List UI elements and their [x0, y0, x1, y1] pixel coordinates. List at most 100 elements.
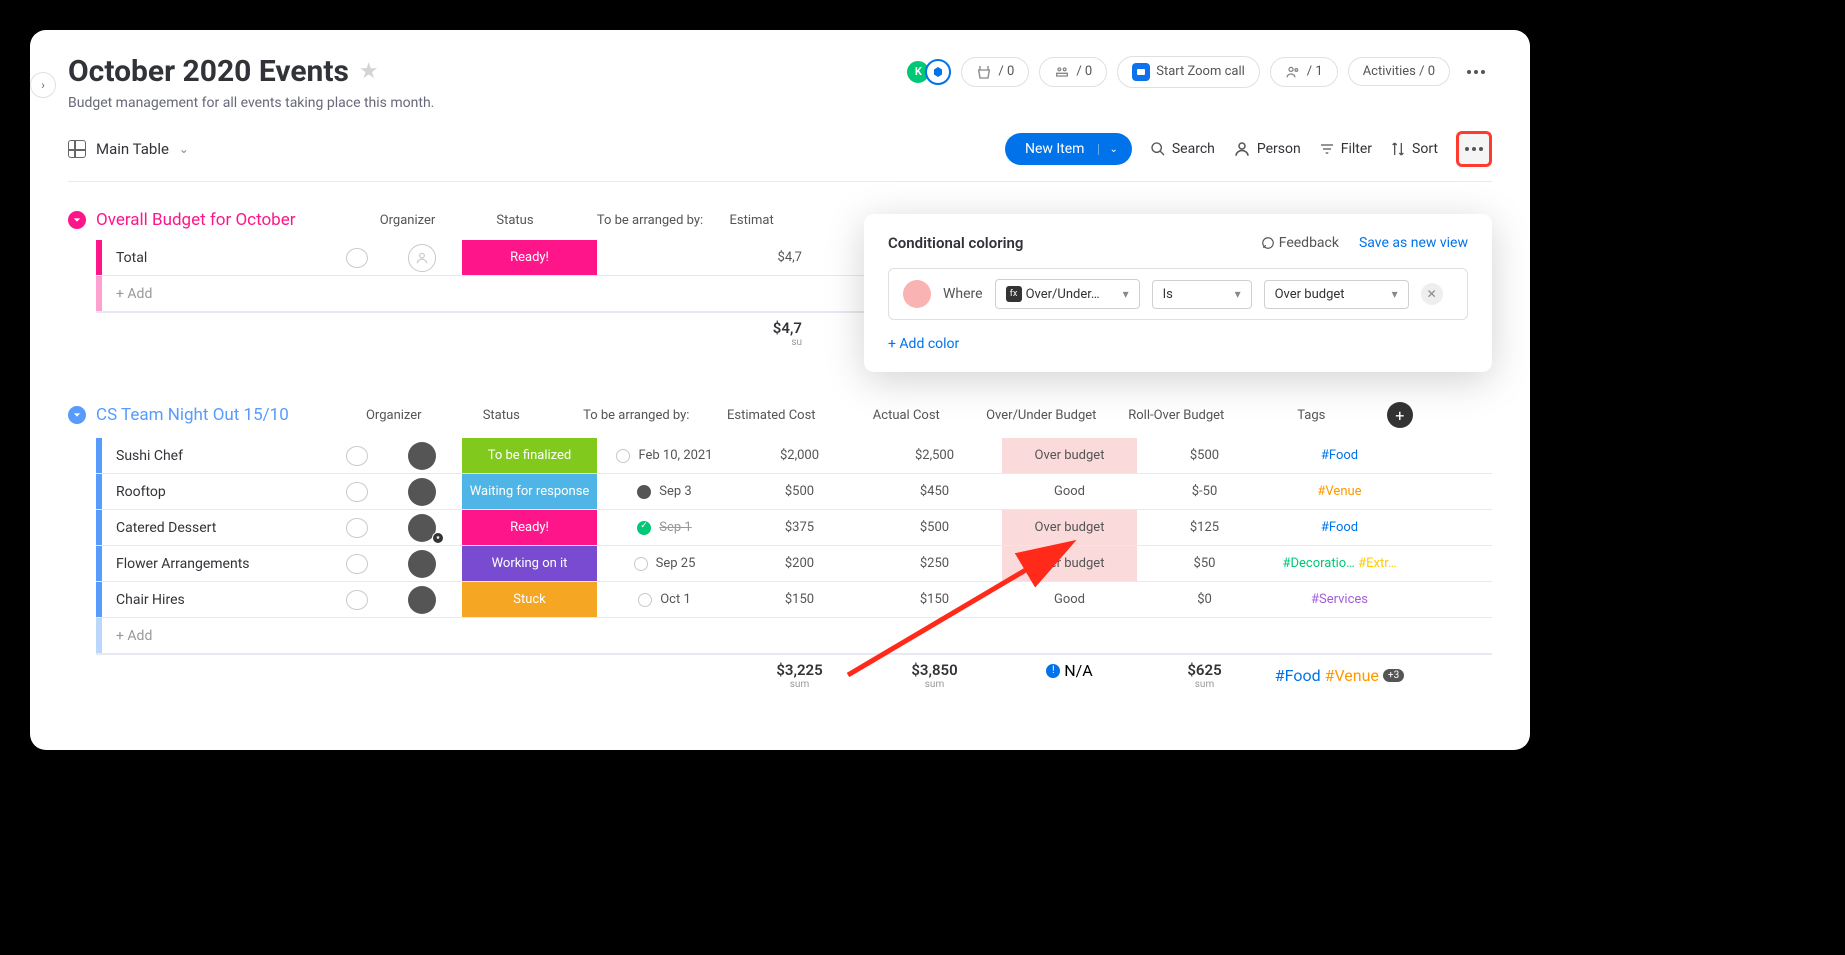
- operator-dropdown[interactable]: Is ▾: [1152, 280, 1252, 309]
- organizer-cell[interactable]: [382, 514, 462, 542]
- board-more-button[interactable]: [1460, 56, 1492, 88]
- date-cell[interactable]: Sep 1: [597, 520, 732, 535]
- rollover-cell[interactable]: $-50: [1137, 484, 1272, 499]
- status-cell[interactable]: Waiting for response: [462, 474, 597, 509]
- save-view-link[interactable]: Save as new view: [1359, 235, 1468, 251]
- group-title[interactable]: Overall Budget for October: [96, 210, 295, 230]
- sort-button[interactable]: Sort: [1390, 141, 1438, 157]
- actual-cell[interactable]: $500: [867, 520, 1002, 535]
- table-row[interactable]: Flower Arrangements Working on it Sep 25…: [96, 546, 1492, 582]
- updates-button[interactable]: [332, 590, 382, 610]
- table-row[interactable]: Catered Dessert Ready! Sep 1 $375 $500 O…: [96, 510, 1492, 546]
- field-dropdown[interactable]: fxOver/Under… ▾: [995, 279, 1140, 309]
- board-description[interactable]: Budget management for all events taking …: [68, 95, 1492, 111]
- rollover-cell[interactable]: $500: [1137, 448, 1272, 463]
- chevron-down-icon[interactable]: ⌄: [1098, 144, 1117, 155]
- tags-cell[interactable]: #Food: [1272, 520, 1407, 535]
- tags-cell[interactable]: #Services: [1272, 592, 1407, 607]
- tags-cell[interactable]: #Venue: [1272, 484, 1407, 499]
- tags-cell[interactable]: #Decoratio… #Extr…: [1272, 556, 1407, 571]
- collapse-group-button[interactable]: [68, 211, 86, 229]
- estimated-cell[interactable]: $150: [732, 592, 867, 607]
- actual-cell[interactable]: $150: [867, 592, 1002, 607]
- item-name[interactable]: Flower Arrangements: [102, 556, 332, 572]
- add-item-row[interactable]: + Add: [96, 618, 1492, 654]
- column-header[interactable]: To be arranged by:: [582, 213, 717, 228]
- budget-cell[interactable]: Good: [1002, 474, 1137, 509]
- item-name[interactable]: Catered Dessert: [102, 520, 332, 536]
- zoom-call-button[interactable]: Start Zoom call: [1117, 56, 1260, 88]
- collapse-group-button[interactable]: [68, 406, 86, 424]
- actual-cell[interactable]: $250: [867, 556, 1002, 571]
- updates-button[interactable]: [332, 248, 382, 268]
- add-color-button[interactable]: + Add color: [888, 336, 959, 352]
- updates-button[interactable]: [332, 518, 382, 538]
- star-icon[interactable]: ★: [359, 59, 379, 84]
- table-row[interactable]: Rooftop Waiting for response Sep 3 $500 …: [96, 474, 1492, 510]
- estimated-cell[interactable]: $200: [732, 556, 867, 571]
- updates-button[interactable]: [332, 446, 382, 466]
- column-header[interactable]: Over/Under Budget: [974, 408, 1109, 423]
- organizer-cell[interactable]: [382, 550, 462, 578]
- organizer-cell[interactable]: [382, 478, 462, 506]
- column-header[interactable]: Status: [434, 408, 569, 423]
- estimated-cell[interactable]: $500: [732, 484, 867, 499]
- column-header[interactable]: Tags: [1244, 408, 1379, 423]
- budget-cell[interactable]: Over budget: [1002, 546, 1137, 581]
- estimated-cell[interactable]: $375: [732, 520, 867, 535]
- board-title[interactable]: October 2020 Events: [68, 54, 349, 89]
- status-cell[interactable]: Working on it: [462, 546, 597, 581]
- column-header[interactable]: Actual Cost: [839, 408, 974, 423]
- column-header[interactable]: Status: [447, 213, 582, 228]
- budget-cell[interactable]: Over budget: [1002, 510, 1137, 545]
- organizer-cell[interactable]: [382, 586, 462, 614]
- column-header[interactable]: To be arranged by:: [569, 408, 704, 423]
- column-header[interactable]: Roll-Over Budget: [1109, 408, 1244, 423]
- rollover-cell[interactable]: $125: [1137, 520, 1272, 535]
- view-more-button[interactable]: [1456, 131, 1492, 167]
- person-filter-button[interactable]: Person: [1233, 140, 1301, 158]
- table-row[interactable]: Sushi Chef To be finalized Feb 10, 2021 …: [96, 438, 1492, 474]
- organizer-cell[interactable]: [382, 442, 462, 470]
- rollover-cell[interactable]: $50: [1137, 556, 1272, 571]
- column-header[interactable]: Estimated Cost: [704, 408, 839, 423]
- expand-sidebar-button[interactable]: ›: [30, 72, 56, 98]
- integrations-button[interactable]: / 0: [961, 57, 1029, 87]
- item-name[interactable]: Chair Hires: [102, 592, 332, 608]
- date-cell[interactable]: Feb 10, 2021: [597, 448, 732, 463]
- new-item-button[interactable]: New Item ⌄: [1005, 133, 1132, 165]
- updates-button[interactable]: [332, 554, 382, 574]
- status-cell[interactable]: Ready!: [462, 240, 597, 275]
- search-button[interactable]: Search: [1150, 141, 1215, 157]
- item-name[interactable]: Total: [102, 250, 332, 266]
- value-dropdown[interactable]: Over budget ▾: [1264, 280, 1409, 309]
- members-button[interactable]: / 1: [1270, 57, 1338, 87]
- date-cell[interactable]: Oct 1: [597, 592, 732, 607]
- status-cell[interactable]: Stuck: [462, 582, 597, 617]
- item-name[interactable]: Sushi Chef: [102, 448, 332, 464]
- column-header[interactable]: Organizer: [367, 213, 447, 228]
- rollover-cell[interactable]: $0: [1137, 592, 1272, 607]
- tags-cell[interactable]: #Food: [1272, 448, 1407, 463]
- organizer-cell[interactable]: [382, 244, 462, 272]
- filter-button[interactable]: Filter: [1319, 141, 1372, 157]
- estimated-cell[interactable]: $2,000: [732, 448, 867, 463]
- activities-button[interactable]: Activities / 0: [1348, 57, 1450, 86]
- item-name[interactable]: Rooftop: [102, 484, 332, 500]
- remove-condition-button[interactable]: ✕: [1421, 283, 1443, 305]
- add-column-button[interactable]: +: [1387, 402, 1413, 428]
- budget-cell[interactable]: Over budget: [1002, 438, 1137, 473]
- actual-cell[interactable]: $2,500: [867, 448, 1002, 463]
- collaborator-avatars[interactable]: K: [911, 59, 951, 85]
- estimated-cell[interactable]: $4,7: [732, 250, 802, 265]
- updates-button[interactable]: [332, 482, 382, 502]
- table-row[interactable]: Chair Hires Stuck Oct 1 $150 $150 Good $…: [96, 582, 1492, 618]
- actual-cell[interactable]: $450: [867, 484, 1002, 499]
- automations-button[interactable]: / 0: [1039, 57, 1107, 87]
- color-swatch[interactable]: [903, 280, 931, 308]
- column-header[interactable]: Organizer: [354, 408, 434, 423]
- status-cell[interactable]: To be finalized: [462, 438, 597, 473]
- date-cell[interactable]: Sep 25: [597, 556, 732, 571]
- status-cell[interactable]: Ready!: [462, 510, 597, 545]
- date-cell[interactable]: Sep 3: [597, 484, 732, 499]
